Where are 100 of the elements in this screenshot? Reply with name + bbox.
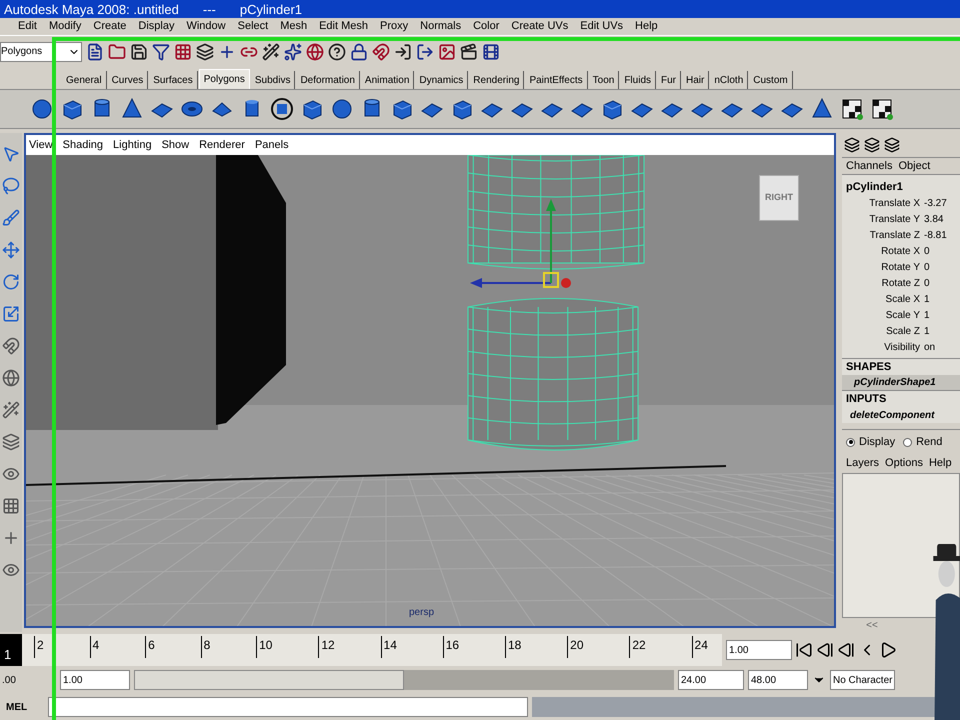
command-input-field[interactable] bbox=[48, 697, 528, 717]
menu-item[interactable]: Edit Mesh bbox=[319, 18, 368, 35]
attribute-value[interactable]: 0 bbox=[924, 244, 930, 259]
menu-item[interactable]: Select bbox=[238, 18, 268, 35]
rotate-icon[interactable] bbox=[2, 273, 20, 291]
layer-menu-item[interactable]: Layers bbox=[846, 455, 880, 472]
menu-item[interactable]: Create bbox=[93, 18, 126, 35]
radio-label: Display bbox=[859, 434, 896, 450]
panel-menu-item[interactable]: Lighting bbox=[113, 136, 152, 154]
folder-icon[interactable] bbox=[108, 42, 126, 60]
radio-label: Rend bbox=[916, 434, 942, 450]
attribute-name: Translate Y bbox=[868, 213, 921, 227]
menu-item[interactable]: Modify bbox=[48, 18, 82, 35]
scale-icon[interactable] bbox=[2, 305, 20, 323]
channel-menu-item[interactable]: Object bbox=[898, 158, 930, 174]
attribute-value[interactable]: -3.27 bbox=[924, 196, 947, 211]
attribute-value[interactable]: on bbox=[924, 340, 936, 355]
globe-icon[interactable] bbox=[306, 42, 324, 60]
panel-menu-item[interactable]: Shading bbox=[62, 136, 104, 154]
film-icon[interactable] bbox=[482, 42, 500, 60]
frame-tick-label: 6 bbox=[145, 636, 155, 658]
attribute-name: Scale Y bbox=[884, 309, 921, 323]
shape-node[interactable]: pCylinderShape1 bbox=[842, 375, 960, 390]
layout-icon[interactable] bbox=[844, 137, 860, 153]
skip-back-icon[interactable] bbox=[795, 641, 813, 659]
eye-icon[interactable] bbox=[2, 561, 20, 579]
shelf-tab[interactable]: Polygons bbox=[198, 69, 250, 89]
ring-icon[interactable] bbox=[270, 97, 294, 121]
menu-item[interactable]: Edit UVs bbox=[580, 18, 624, 35]
layers-icon[interactable] bbox=[2, 433, 20, 451]
help-icon[interactable] bbox=[328, 42, 346, 60]
command-label: MEL bbox=[5, 700, 28, 714]
range-bar[interactable] bbox=[134, 670, 404, 690]
lock-icon[interactable] bbox=[350, 42, 368, 60]
menu-item[interactable]: Normals bbox=[420, 18, 462, 35]
menu-item[interactable]: Create UVs bbox=[511, 18, 568, 35]
export-icon[interactable] bbox=[416, 42, 434, 60]
grid-icon[interactable] bbox=[840, 97, 864, 121]
view-cube[interactable]: RIGHT bbox=[759, 175, 799, 221]
current-time-field[interactable]: 1.00 bbox=[726, 640, 792, 660]
sphere-icon[interactable] bbox=[330, 97, 354, 121]
globe-icon[interactable] bbox=[2, 369, 20, 387]
panel-menu-item[interactable]: Renderer bbox=[199, 136, 245, 154]
document-icon[interactable] bbox=[86, 42, 104, 60]
menu-item[interactable]: Edit bbox=[18, 18, 37, 35]
attribute-value[interactable]: 1 bbox=[924, 292, 930, 307]
step-back-icon[interactable] bbox=[816, 641, 834, 659]
menu-item[interactable]: Color bbox=[473, 18, 500, 35]
menu-item[interactable]: Window bbox=[186, 18, 226, 35]
panel-menu-item[interactable]: View bbox=[29, 136, 53, 154]
wand-icon[interactable] bbox=[2, 401, 20, 419]
character-set-field[interactable]: No Character bbox=[830, 670, 896, 690]
panel-menu-item[interactable]: Show bbox=[162, 136, 190, 154]
object-name: pCylinder1 bbox=[240, 2, 302, 16]
menu-item[interactable]: Help bbox=[635, 18, 658, 35]
attribute-value[interactable]: 1 bbox=[924, 324, 930, 339]
frame-tick-label: 18 bbox=[504, 636, 522, 658]
brush-icon[interactable] bbox=[2, 209, 20, 227]
input-node[interactable]: deleteComponent bbox=[842, 408, 960, 422]
layout-icon[interactable] bbox=[884, 137, 900, 153]
filter-icon[interactable] bbox=[152, 42, 170, 60]
lasso-icon[interactable] bbox=[2, 177, 20, 195]
attribute-value[interactable]: -8.81 bbox=[924, 228, 947, 243]
play-icon[interactable] bbox=[879, 641, 897, 659]
menu-set-dropdown[interactable]: Polygons bbox=[0, 42, 82, 62]
radio-button[interactable] bbox=[903, 438, 912, 446]
panel-menu-item[interactable]: Panels bbox=[254, 136, 289, 154]
sphere-icon[interactable] bbox=[30, 97, 54, 121]
import-icon[interactable] bbox=[394, 42, 412, 60]
menu-item[interactable]: Proxy bbox=[380, 18, 408, 35]
wand-icon[interactable] bbox=[262, 42, 280, 60]
attribute-name: Rotate Y bbox=[880, 261, 921, 275]
step-back-icon[interactable] bbox=[837, 641, 855, 659]
menu-item[interactable]: Display bbox=[138, 18, 174, 35]
image-icon[interactable] bbox=[438, 42, 456, 60]
layer-menu-item[interactable]: Help bbox=[928, 455, 952, 472]
pointer-icon[interactable] bbox=[2, 145, 20, 163]
attribute-name: Rotate Z bbox=[880, 277, 921, 291]
attribute-value[interactable]: 3.84 bbox=[924, 212, 944, 227]
layer-menu-item[interactable]: Options bbox=[885, 455, 923, 472]
end-time-field[interactable]: 48.00 bbox=[748, 670, 808, 690]
playback-start-field[interactable]: 1.00 bbox=[60, 670, 130, 690]
layers-icon[interactable] bbox=[196, 42, 214, 60]
grid-icon[interactable] bbox=[870, 97, 894, 121]
eye-icon[interactable] bbox=[2, 465, 20, 483]
attribute-value[interactable]: 1 bbox=[924, 308, 930, 323]
plus-icon[interactable] bbox=[2, 529, 20, 547]
sparkle-icon[interactable] bbox=[284, 42, 302, 60]
attribute-value[interactable]: 0 bbox=[924, 276, 930, 291]
magnet-icon[interactable] bbox=[372, 42, 390, 60]
save-icon[interactable] bbox=[130, 42, 148, 60]
clapperboard-icon[interactable] bbox=[460, 42, 478, 60]
magnet-icon[interactable] bbox=[2, 337, 20, 355]
layout-icon[interactable] bbox=[864, 137, 880, 153]
menu-item[interactable]: Mesh bbox=[280, 18, 308, 35]
channel-menu-item[interactable]: Channels bbox=[846, 158, 892, 174]
playback-end-field[interactable]: 24.00 bbox=[678, 670, 744, 690]
move-icon[interactable] bbox=[2, 241, 20, 259]
radio-button[interactable] bbox=[846, 438, 855, 446]
attribute-value[interactable]: 0 bbox=[924, 260, 930, 275]
